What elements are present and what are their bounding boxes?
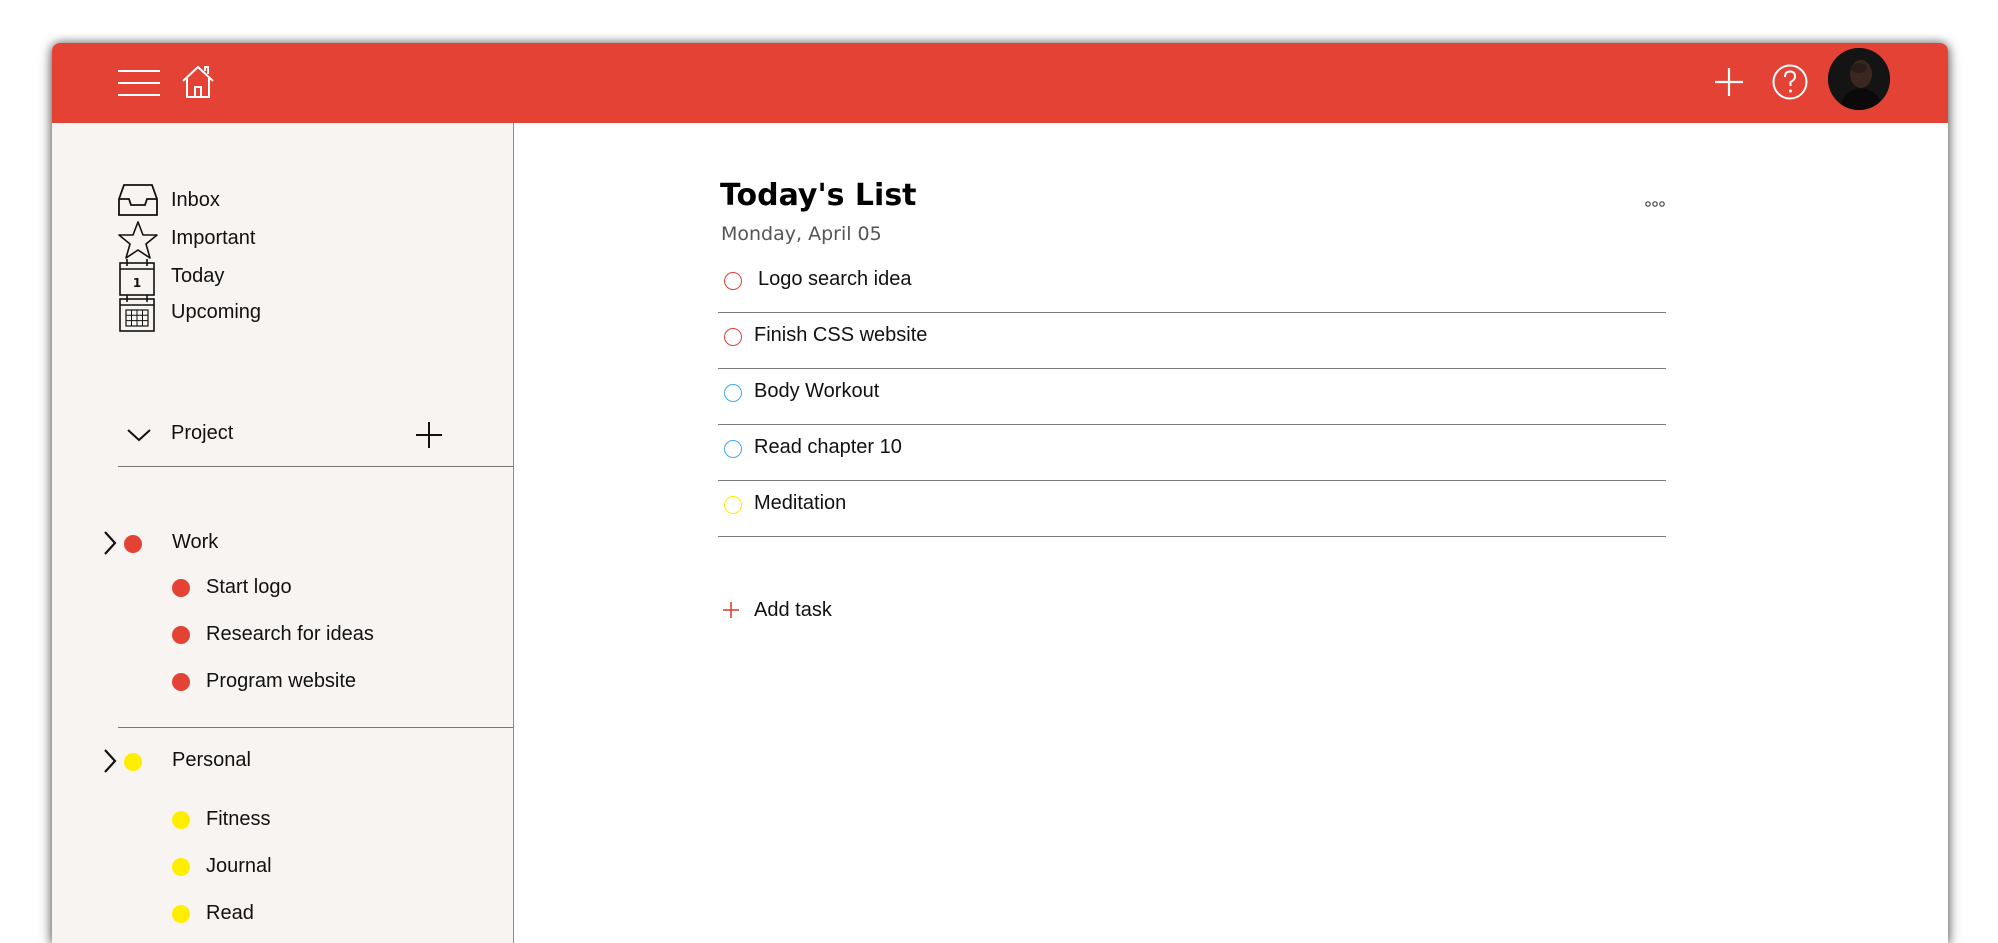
- sub-project-label: Fitness: [206, 808, 271, 830]
- sidebar-item-upcoming[interactable]: Upcoming: [116, 293, 416, 333]
- sidebar: Inbox Important 1 Today Upcoming Project…: [52, 123, 514, 943]
- chevron-right-icon[interactable]: [102, 747, 118, 775]
- project-header-label: Project: [171, 422, 234, 444]
- calendar-grid-icon: [119, 295, 155, 332]
- plus-icon: [723, 602, 739, 618]
- top-bar: [52, 43, 1948, 123]
- sub-project-item[interactable]: Start logo: [172, 571, 472, 605]
- sub-project-item[interactable]: Research for ideas: [172, 618, 472, 652]
- user-avatar[interactable]: [1828, 48, 1890, 110]
- sub-project-item[interactable]: Program website: [172, 665, 472, 699]
- more-dots-icon[interactable]: [1643, 197, 1667, 211]
- project-section-header[interactable]: Project: [116, 412, 513, 462]
- sub-project-label: Program website: [206, 670, 357, 692]
- sub-project-label: Research for ideas: [206, 623, 374, 645]
- task-checkbox[interactable]: [724, 272, 742, 290]
- sidebar-item-label: Inbox: [171, 189, 220, 211]
- inbox-tray-icon: [118, 184, 158, 216]
- home-icon[interactable]: [178, 61, 218, 101]
- task-row[interactable]: Meditation: [718, 481, 1666, 537]
- task-row[interactable]: Finish CSS website: [718, 313, 1666, 369]
- sub-project-label: Start logo: [206, 576, 292, 598]
- task-label: Finish CSS website: [754, 324, 928, 346]
- plus-icon[interactable]: [1707, 60, 1751, 104]
- sub-project-item[interactable]: Journal: [172, 850, 472, 884]
- sidebar-item-label: Today: [171, 265, 225, 287]
- sub-project-label: Read: [206, 902, 254, 924]
- personal-color-dot: [172, 905, 190, 923]
- sidebar-item-important[interactable]: Important: [116, 219, 416, 259]
- question-circle-icon[interactable]: [1768, 60, 1812, 104]
- chevron-down-icon[interactable]: [126, 426, 152, 444]
- sub-project-item[interactable]: Read: [172, 897, 472, 931]
- task-checkbox[interactable]: [724, 328, 742, 346]
- project-group-label: Personal: [172, 749, 251, 771]
- project-divider: [118, 466, 513, 467]
- task-checkbox[interactable]: [724, 496, 742, 514]
- hamburger-menu-icon[interactable]: [116, 63, 162, 103]
- svg-text:1: 1: [133, 276, 141, 290]
- personal-color-dot: [172, 858, 190, 876]
- task-checkbox[interactable]: [724, 384, 742, 402]
- work-color-dot: [172, 579, 190, 597]
- sub-project-label: Journal: [206, 855, 272, 877]
- task-row[interactable]: Body Workout: [718, 369, 1666, 425]
- task-label: Meditation: [754, 492, 847, 514]
- group-divider: [118, 727, 513, 728]
- task-divider: [718, 536, 1666, 537]
- project-group-work[interactable]: Work: [102, 525, 482, 561]
- sidebar-item-inbox[interactable]: Inbox: [116, 181, 416, 221]
- personal-color-dot: [124, 753, 142, 771]
- work-color-dot: [172, 673, 190, 691]
- page-subtitle-date: Monday, April 05: [721, 223, 882, 245]
- add-task-label: Add task: [754, 599, 832, 621]
- work-color-dot: [172, 626, 190, 644]
- task-checkbox[interactable]: [724, 440, 742, 458]
- star-icon: [118, 221, 158, 259]
- add-task-button[interactable]: Add task: [718, 593, 1018, 629]
- avatar-photo: [1828, 48, 1890, 110]
- task-label: Logo search idea: [758, 268, 912, 290]
- task-label: Body Workout: [754, 380, 880, 402]
- sidebar-item-label: Important: [171, 227, 256, 249]
- task-row[interactable]: Logo search idea: [718, 257, 1666, 313]
- sidebar-item-today[interactable]: 1 Today: [116, 257, 416, 297]
- page-title: Today's List: [720, 178, 917, 213]
- app-window: Inbox Important 1 Today Upcoming Project…: [52, 43, 1948, 943]
- work-color-dot: [124, 535, 142, 553]
- chevron-right-icon[interactable]: [102, 529, 118, 557]
- sidebar-item-label: Upcoming: [171, 301, 262, 323]
- project-group-personal[interactable]: Personal: [102, 743, 482, 779]
- personal-color-dot: [172, 811, 190, 829]
- task-row[interactable]: Read chapter 10: [718, 425, 1666, 481]
- calendar-day-icon: 1: [119, 259, 155, 296]
- task-label: Read chapter 10: [754, 436, 902, 458]
- project-group-label: Work: [172, 531, 219, 553]
- sub-project-item[interactable]: Fitness: [172, 803, 472, 837]
- add-project-icon[interactable]: [414, 420, 444, 450]
- main-content: Today's List Monday, April 05 Logo searc…: [514, 123, 1948, 943]
